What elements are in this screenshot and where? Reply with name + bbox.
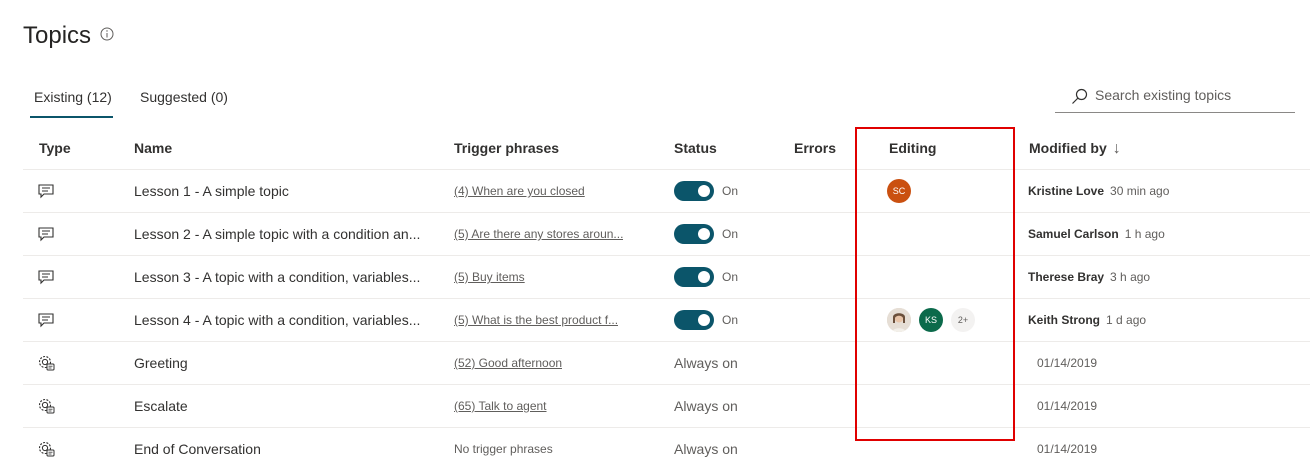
toggle-knob: [698, 314, 710, 326]
modified-by-name: Therese Bray: [1028, 270, 1105, 284]
chat-bubble-icon: [37, 225, 55, 243]
editor-avatar[interactable]: KS: [919, 308, 943, 332]
topic-name[interactable]: Lesson 3 - A topic with a condition, var…: [134, 256, 420, 299]
column-header-editing[interactable]: Editing: [889, 140, 936, 156]
modified-date: 01/14/2019: [1037, 399, 1098, 413]
search-box[interactable]: [1055, 84, 1295, 113]
toggle-knob: [698, 185, 710, 197]
system-gear-icon: [37, 440, 55, 458]
modified-by-name: Keith Strong: [1028, 313, 1100, 327]
trigger-phrases-link[interactable]: (5) Buy items: [454, 256, 525, 299]
modified-time: 30 min ago: [1110, 184, 1170, 198]
table-row[interactable]: Lesson 1 - A simple topic (4) When are yo…: [23, 169, 1310, 213]
status-toggle-label: On: [722, 184, 739, 198]
topic-name[interactable]: End of Conversation: [134, 428, 261, 471]
status-toggle[interactable]: [674, 310, 714, 330]
trigger-phrases-link[interactable]: No trigger phrases: [454, 428, 553, 471]
column-header-name[interactable]: Name: [134, 140, 172, 156]
modified-time: 1 h ago: [1124, 227, 1165, 241]
toggle-knob: [698, 271, 710, 283]
table-row[interactable]: Greeting (52) Good afternoon Always on 01/1…: [23, 341, 1310, 385]
status-toggle[interactable]: [674, 267, 714, 287]
chat-bubble-icon: [37, 182, 55, 200]
tab-existing[interactable]: Existing (12): [34, 89, 112, 105]
topic-name[interactable]: Lesson 2 - A simple topic with a conditi…: [134, 213, 420, 256]
info-icon[interactable]: [100, 27, 114, 41]
modified-time: 3 h ago: [1110, 270, 1151, 284]
column-header-status[interactable]: Status: [674, 140, 717, 156]
modified-by: Kristine Love 30 min ago: [1028, 170, 1169, 213]
chat-bubble-icon: [37, 268, 55, 286]
table-row[interactable]: Escalate (65) Talk to agent Always on 01/14…: [23, 384, 1310, 428]
topic-name[interactable]: Escalate: [134, 385, 188, 428]
status-text: Always on: [674, 441, 738, 457]
more-editors-badge[interactable]: 2+: [951, 308, 975, 332]
modified-by: Therese Bray 3 h ago: [1028, 256, 1150, 299]
selected-tab-indicator: [30, 116, 113, 118]
topic-name[interactable]: Lesson 1 - A simple topic: [134, 170, 289, 213]
status-toggle[interactable]: [674, 224, 714, 244]
table-row[interactable]: Lesson 3 - A topic with a condition, var…: [23, 255, 1310, 299]
system-gear-icon: [37, 397, 55, 415]
column-header-type[interactable]: Type: [39, 140, 71, 156]
modified-by-name: Kristine Love: [1028, 184, 1105, 198]
table-row[interactable]: Lesson 4 - A topic with a condition, var…: [23, 298, 1310, 342]
status-text: Always on: [674, 355, 738, 371]
trigger-phrases-link[interactable]: (5) Are there any stores aroun...: [454, 213, 623, 256]
search-input[interactable]: [1095, 87, 1285, 103]
modified-by: Samuel Carlson 1 h ago: [1028, 213, 1165, 256]
trigger-phrases-link[interactable]: (65) Talk to agent: [454, 385, 547, 428]
table-row[interactable]: Lesson 2 - A simple topic with a conditi…: [23, 212, 1310, 256]
editor-avatar-photo[interactable]: [887, 308, 911, 332]
system-gear-icon: [37, 354, 55, 372]
status-toggle-label: On: [722, 270, 739, 284]
status-toggle-label: On: [722, 227, 739, 241]
search-icon: [1072, 88, 1088, 104]
trigger-phrases-link[interactable]: (4) When are you closed: [454, 170, 585, 213]
topic-name[interactable]: Lesson 4 - A topic with a condition, var…: [134, 299, 420, 342]
modified-time: 1 d ago: [1106, 313, 1147, 327]
status-text: Always on: [674, 398, 738, 414]
column-header-modified-by[interactable]: Modified by ↓: [1029, 140, 1121, 158]
table-row[interactable]: End of Conversation No trigger phrases Alw…: [23, 427, 1310, 471]
editor-avatar[interactable]: SC: [887, 179, 911, 203]
modified-date: 01/14/2019: [1037, 356, 1098, 370]
sort-descending-icon: ↓: [1112, 140, 1121, 157]
modified-by-name: Samuel Carlson: [1028, 227, 1119, 241]
status-toggle-label: On: [722, 313, 739, 327]
trigger-phrases-link[interactable]: (52) Good afternoon: [454, 342, 562, 385]
status-toggle[interactable]: [674, 181, 714, 201]
modified-date: 01/14/2019: [1037, 442, 1098, 456]
trigger-phrases-link[interactable]: (5) What is the best product f...: [454, 299, 618, 342]
topic-name[interactable]: Greeting: [134, 342, 188, 385]
chat-bubble-icon: [37, 311, 55, 329]
column-header-trigger-phrases[interactable]: Trigger phrases: [454, 140, 559, 156]
column-header-errors[interactable]: Errors: [794, 140, 836, 156]
page-title: Topics: [23, 22, 92, 49]
tab-suggested[interactable]: Suggested (0): [140, 89, 228, 105]
toggle-knob: [698, 228, 710, 240]
modified-by: Keith Strong 1 d ago: [1028, 299, 1146, 342]
column-header-modified-by-label: Modified by: [1029, 140, 1107, 156]
